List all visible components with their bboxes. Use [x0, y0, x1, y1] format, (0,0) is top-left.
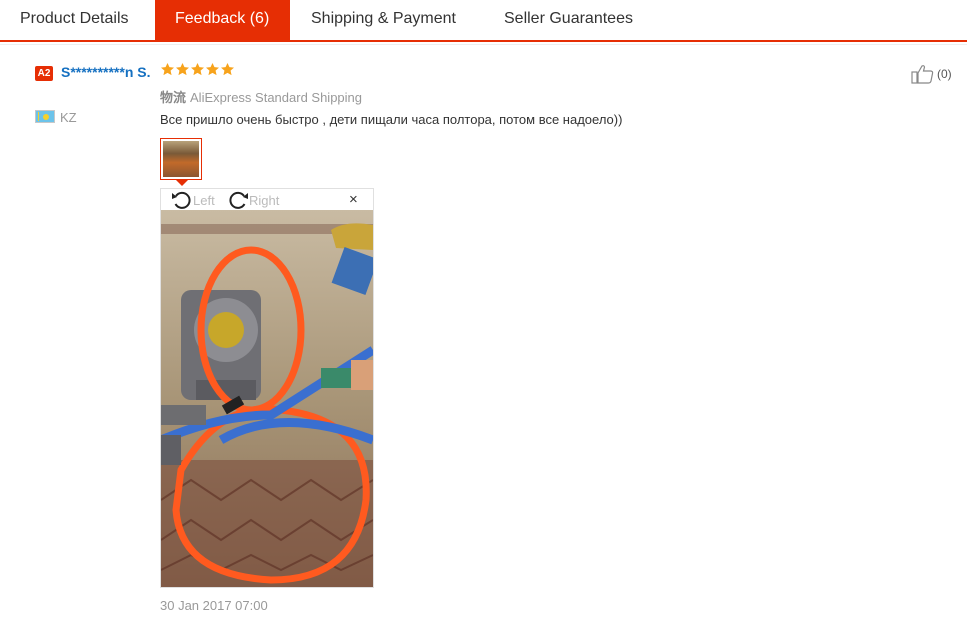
shipping-info: 物流 AliExpress Standard Shipping [160, 87, 362, 106]
tab-bar: Product Details Feedback (6) Shipping & … [0, 0, 967, 42]
country-flag-icon [35, 110, 55, 123]
thumbs-up-icon [911, 65, 934, 84]
review-photo [161, 210, 373, 587]
tab-feedback[interactable]: Feedback (6) [155, 0, 290, 40]
tab-seller-guarantees[interactable]: Seller Guarantees [484, 0, 653, 40]
photo-viewer: Left Right × [160, 188, 374, 588]
star-icon [161, 62, 174, 76]
review-photo-thumbnail[interactable] [160, 138, 202, 180]
review-date: 30 Jan 2017 07:00 [160, 598, 268, 613]
tab-product-details[interactable]: Product Details [0, 0, 149, 40]
helpful-count: (0) [937, 67, 952, 81]
star-icon [176, 62, 189, 76]
rotate-right-button[interactable]: Right [227, 190, 279, 210]
reviewer-country: KZ [60, 110, 77, 125]
review-text: Все пришло очень быстро , дети пищали ча… [160, 112, 623, 127]
thumbnail-caret-icon [176, 180, 188, 186]
rating-stars [160, 62, 235, 77]
close-icon[interactable]: × [349, 192, 358, 208]
rotate-right-icon [229, 191, 248, 209]
rotate-left-label: Left [193, 192, 215, 208]
rotate-right-label: Right [249, 192, 280, 208]
review-photo-image [161, 210, 373, 587]
shipping-label: 物流 [160, 90, 187, 105]
rotate-left-button[interactable]: Left [171, 190, 215, 210]
star-icon [221, 62, 234, 76]
helpful-button[interactable]: (0) [911, 64, 952, 84]
tab-shipping-payment[interactable]: Shipping & Payment [291, 0, 476, 40]
buyer-level-badge: A2 [35, 66, 53, 81]
star-icon [191, 62, 204, 76]
divider [0, 44, 967, 45]
rotate-left-icon [172, 191, 191, 209]
star-icon [206, 62, 219, 76]
shipping-method: AliExpress Standard Shipping [190, 90, 363, 105]
photo-viewer-toolbar: Left Right × [161, 189, 373, 210]
